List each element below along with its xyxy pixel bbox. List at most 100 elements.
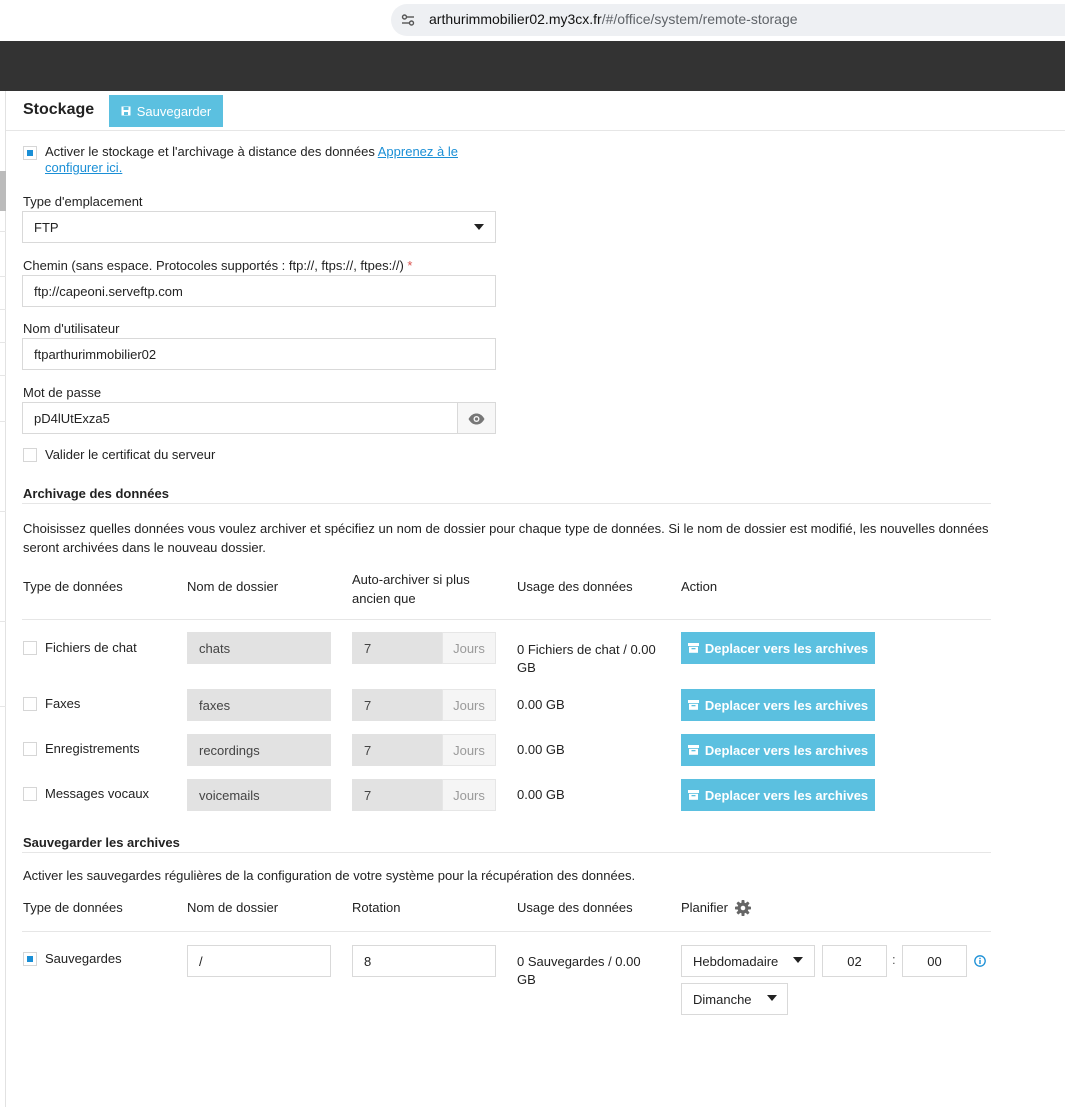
days-unit: Jours [442,779,496,811]
minute-input[interactable]: 00 [902,945,967,977]
days-input[interactable]: 7 [352,779,442,811]
backup-column-type: Type de données [23,900,123,915]
sidebar-divider [0,231,6,232]
sidebar-divider [0,511,6,512]
address-bar[interactable]: arthurimmobilier02.my3cx.fr/#/office/sys… [391,4,1065,36]
row-checkbox[interactable] [23,641,37,655]
row-usage: 0 Fichiers de chat / 0.00 GB [517,642,656,675]
floppy-icon [121,106,131,116]
archive-icon [687,745,699,755]
hour-input[interactable]: 02 [822,945,887,977]
path-value: ftp://capeoni.serveftp.com [34,283,183,299]
sidebar-divider [0,276,6,277]
backup-column-rotation: Rotation [352,900,401,915]
row-type: Enregistrements [45,741,140,756]
backup-section-title: Sauvegarder les archives [23,835,180,850]
row-usage: 0.00 GB [517,742,565,757]
enable-remote-storage-text: Activer le stockage et l'archivage à dis… [45,144,375,159]
save-button-label: Sauvegarder [136,103,212,119]
sidebar-divider [0,621,6,622]
validate-certificate-label: Valider le certificat du serveur [45,447,216,462]
folder-input[interactable]: faxes [187,689,331,721]
save-button[interactable]: Sauvegarder [109,95,223,127]
move-to-archive-button[interactable]: Deplacer vers les archives [681,734,875,766]
days-input[interactable]: 7 [352,734,442,766]
header-divider [6,130,1065,131]
move-to-archive-button[interactable]: Deplacer vers les archives [681,779,875,811]
row-checkbox[interactable] [23,697,37,711]
page-title: Stockage [23,101,95,118]
row-usage: 0.00 GB [517,697,565,712]
backup-title-divider [22,852,991,853]
password-input[interactable]: pD4lUtExza5 [22,402,458,434]
username-value: ftparthurimmobilier02 [34,346,157,362]
folder-input[interactable]: recordings [187,734,331,766]
sidebar-divider [0,342,6,343]
username-input[interactable]: ftparthurimmobilier02 [22,338,496,370]
archive-icon [687,700,699,710]
path-input[interactable]: ftp://capeoni.serveftp.com [22,275,496,307]
backup-folder-input[interactable]: / [187,945,331,977]
validate-certificate-checkbox[interactable] [23,448,37,462]
sidebar-divider [0,706,6,707]
move-to-archive-button[interactable]: Deplacer vers les archives [681,689,875,721]
sidebar-divider [0,375,6,376]
days-input[interactable]: 7 [352,689,442,721]
days-input[interactable]: 7 [352,632,442,664]
site-settings-icon[interactable] [401,13,415,27]
folder-input[interactable]: chats [187,632,331,664]
rotation-input[interactable]: 8 [352,945,496,977]
gear-icon[interactable] [734,899,752,917]
backup-column-usage: Usage des données [517,900,633,915]
location-type-value: FTP [34,219,59,235]
url-path: /#/office/system/remote-storage [601,11,798,27]
password-label: Mot de passe [23,385,102,400]
browser-toolbar: arthurimmobilier02.my3cx.fr/#/office/sys… [0,0,1065,41]
column-header-auto-archive: Auto-archiver si plus ancien que [352,572,470,606]
chevron-down-icon [767,995,777,1001]
location-type-label: Type d'emplacement [23,194,143,209]
row-checkbox[interactable] [23,787,37,801]
backup-usage: 0 Sauvegardes / 0.00 GB [517,954,641,987]
required-marker: * [407,258,413,273]
chevron-down-icon [474,224,484,230]
backup-column-schedule: Planifier [681,900,728,915]
column-header-usage: Usage des données [517,579,633,594]
sidebar-divider [0,309,6,310]
column-header-folder: Nom de dossier [187,579,279,594]
info-icon[interactable] [974,955,986,967]
app-top-bar [0,41,1065,91]
days-unit: Jours [442,734,496,766]
enable-remote-storage-label: Activer le stockage et l'archivage à dis… [45,144,485,176]
column-header-action: Action [681,579,718,594]
time-separator: : [892,952,896,967]
sidebar-divider [0,421,6,422]
archive-icon [687,790,699,800]
move-to-archive-button[interactable]: Deplacer vers les archives [681,632,875,664]
path-label-text: Chemin (sans espace. Protocoles supporté… [23,258,404,273]
archive-icon [687,643,699,653]
row-type: Fichiers de chat [45,640,137,655]
chevron-down-icon [793,957,803,963]
days-unit: Jours [442,632,496,664]
folder-input[interactable]: voicemails [187,779,331,811]
archiving-title-divider [22,503,991,504]
row-usage: 0.00 GB [517,787,565,802]
enable-remote-storage-checkbox[interactable] [23,146,37,160]
archiving-header-divider [22,619,991,620]
row-type: Messages vocaux [45,786,150,801]
username-label: Nom d'utilisateur [23,321,120,336]
column-header-type: Type de données [23,579,123,594]
row-checkbox[interactable] [23,742,37,756]
sidebar-edge [0,91,6,1107]
archiving-description: Choisissez quelles données vous voulez a… [23,521,989,555]
backup-type: Sauvegardes [45,951,122,966]
backup-description: Activer les sauvegardes régulières de la… [23,868,636,883]
backup-column-folder: Nom de dossier [187,900,279,915]
path-label: Chemin (sans espace. Protocoles supporté… [23,258,412,273]
url-text: arthurimmobilier02.my3cx.fr/#/office/sys… [429,11,798,27]
toggle-password-button[interactable] [457,402,496,434]
url-host: arthurimmobilier02.my3cx.fr [429,11,602,27]
location-type-select[interactable]: FTP [22,211,496,243]
backup-checkbox[interactable] [23,952,37,966]
